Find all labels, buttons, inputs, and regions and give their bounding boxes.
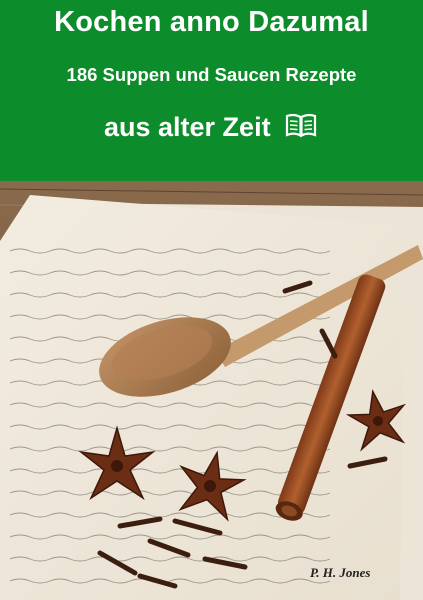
- book-subtitle-line2: aus alter Zeit: [104, 112, 318, 146]
- book-cover: Kochen anno Dazumal 186 Suppen und Sauce…: [0, 0, 423, 600]
- subtitle-line2-text: aus alter Zeit: [104, 112, 271, 142]
- book-subtitle: 186 Suppen und Saucen Rezepte: [66, 64, 357, 85]
- book-title: Kochen anno Dazumal: [54, 6, 369, 38]
- author-name: P. H. Jones: [310, 565, 371, 580]
- cover-photo: [0, 181, 423, 600]
- open-book-icon: [284, 113, 318, 146]
- title-banner: Kochen anno Dazumal 186 Suppen und Sauce…: [0, 0, 423, 181]
